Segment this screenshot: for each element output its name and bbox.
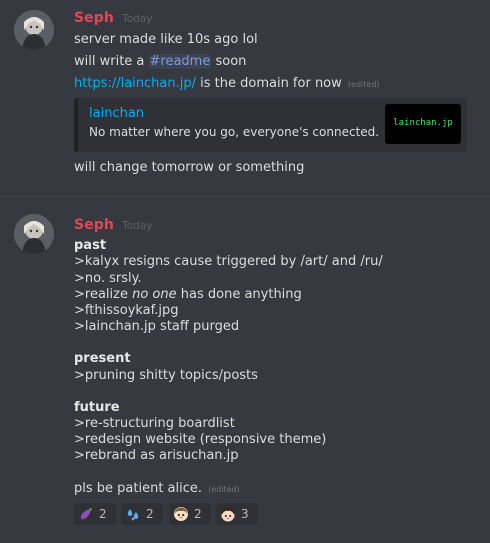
message-text: will change tomorrow or something bbox=[74, 160, 305, 175]
channel-mention[interactable]: #readme bbox=[148, 54, 212, 69]
message-line: >lainchan.jp staff purged bbox=[74, 319, 240, 334]
domain-link[interactable]: https://lainchan.jp/ bbox=[74, 76, 196, 91]
message-group-1: Seph Today server made like 10s ago lol … bbox=[0, 0, 490, 196]
message-header: Seph Today bbox=[74, 216, 152, 234]
timestamp: Today bbox=[122, 220, 153, 232]
message-line: >kalyx resigns cause triggered by /art/ … bbox=[74, 254, 383, 269]
user-avatar[interactable] bbox=[14, 214, 54, 254]
reaction-count: 2 bbox=[99, 507, 107, 521]
section-heading-past: past bbox=[74, 238, 107, 253]
message-line: >re-structuring boardlist bbox=[74, 416, 235, 431]
message-line: https://lainchan.jp/ is the domain for n… bbox=[74, 76, 380, 92]
link-embed: lainchan No matter where you go, everyon… bbox=[74, 98, 467, 152]
timestamp: Today bbox=[122, 13, 153, 25]
message-line: >realize no one has done anything bbox=[74, 287, 302, 303]
anime-face-icon bbox=[174, 507, 188, 521]
sweat-drops-icon bbox=[127, 509, 139, 521]
message-text: pls be patient alice. bbox=[74, 481, 203, 496]
message-text: server made like 10s ago lol bbox=[74, 32, 258, 47]
message-text: has done anything bbox=[176, 287, 302, 302]
message-line: will change tomorrow or something bbox=[74, 160, 304, 176]
message-header: Seph Today bbox=[74, 9, 152, 27]
reaction-anime-face[interactable]: 2 bbox=[169, 503, 211, 525]
anime-girl-icon bbox=[221, 507, 235, 522]
message-text: will write a bbox=[74, 54, 149, 69]
message-line: server made like 10s ago lol bbox=[74, 32, 258, 48]
reaction-eggplant[interactable]: 2 bbox=[74, 503, 116, 525]
embed-title[interactable]: lainchan bbox=[89, 106, 144, 122]
edited-label: (edited) bbox=[347, 80, 380, 89]
message-line: >rebrand as arisuchan.jp bbox=[74, 448, 239, 463]
username[interactable]: Seph bbox=[74, 217, 114, 233]
section-heading-future: future bbox=[74, 400, 120, 415]
section-heading-present: present bbox=[74, 351, 131, 366]
username[interactable]: Seph bbox=[74, 10, 114, 26]
reaction-count: 2 bbox=[194, 507, 202, 521]
eggplant-icon bbox=[80, 508, 92, 520]
message-line: >pruning shitty topics/posts bbox=[74, 368, 258, 383]
message-line: >redesign website (responsive theme) bbox=[74, 432, 327, 447]
message-text: soon bbox=[211, 54, 247, 69]
message-line: >fthissoykaf.jpg bbox=[74, 303, 179, 318]
message-text: is the domain for now bbox=[196, 76, 342, 91]
reaction-count: 2 bbox=[146, 507, 154, 521]
user-avatar[interactable] bbox=[14, 10, 54, 50]
italic-text: no one bbox=[132, 287, 177, 302]
message-group-2: Seph Today past >kalyx resigns cause tri… bbox=[0, 197, 490, 543]
edited-label: (edited) bbox=[208, 485, 240, 494]
reaction-sweat-drops[interactable]: 2 bbox=[121, 503, 163, 525]
message-line: >no. srsly. bbox=[74, 271, 142, 286]
message-line: pls be patient alice. (edited) bbox=[74, 481, 240, 497]
embed-thumbnail[interactable]: lainchan.jp bbox=[385, 104, 461, 144]
reaction-anime-girl[interactable]: 3 bbox=[216, 503, 258, 525]
thumbnail-logo-text: lainchan.jp bbox=[393, 118, 453, 128]
message-text: >realize bbox=[74, 287, 133, 302]
embed-description: No matter where you go, everyone's conne… bbox=[89, 125, 380, 139]
message-line: will write a #readme soon bbox=[74, 54, 246, 70]
reaction-count: 3 bbox=[241, 507, 249, 521]
